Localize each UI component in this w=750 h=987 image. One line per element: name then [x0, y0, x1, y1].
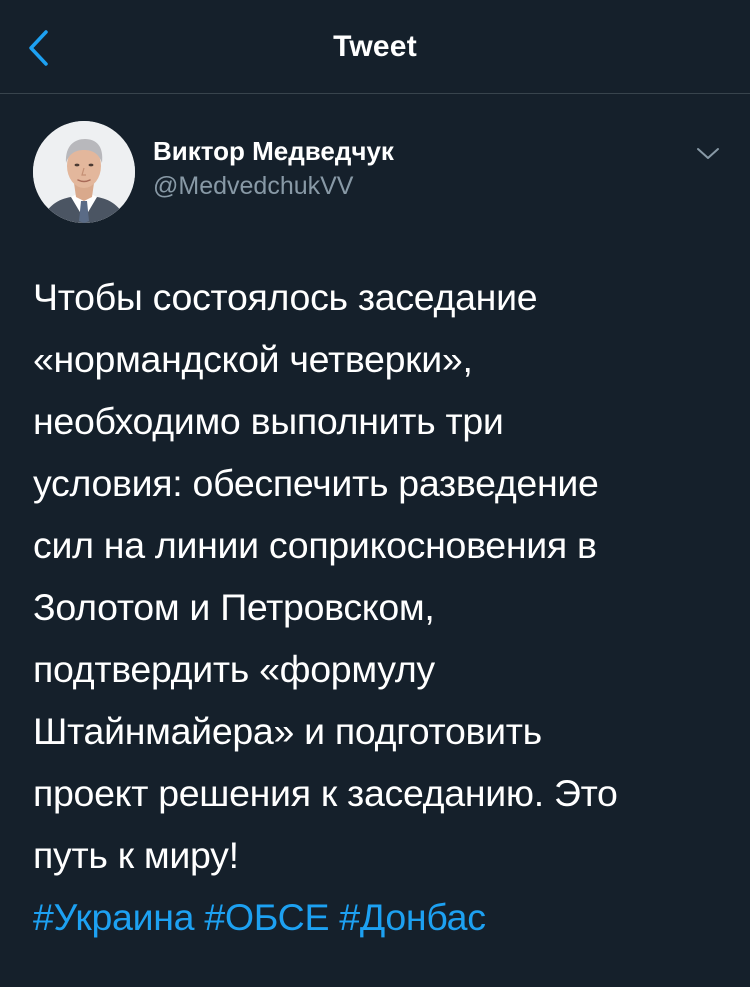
tweet-text-line: Чтобы состоялось заседание — [33, 276, 538, 318]
page-title: Tweet — [333, 30, 417, 63]
tweet-text-line: подтвердить «формулу — [33, 648, 435, 690]
profile-photo — [33, 121, 135, 223]
tweet-text: Чтобы состоялось заседание «нормандской … — [33, 266, 723, 948]
author-name[interactable]: Виктор Медведчук — [153, 136, 394, 167]
tweet-text-line: Золотом и Петровском, — [33, 586, 435, 628]
hashtag-link[interactable]: #Донбас — [339, 896, 486, 938]
tweet-text-line: условия: обеспечить разведение — [33, 462, 599, 504]
tweet-text-line: необходимо выполнить три — [33, 400, 504, 442]
tweet-text-line: путь к миру! — [33, 834, 239, 876]
tweet-text-line: сил на линии соприкосновения в — [33, 524, 597, 566]
hashtag-link[interactable]: #Украина — [33, 896, 195, 938]
hashtag-link[interactable]: #ОБСЕ — [204, 896, 329, 938]
avatar[interactable] — [33, 121, 135, 223]
top-bar: Tweet — [0, 0, 750, 94]
author-handle[interactable]: @MedvedchukVV — [153, 172, 353, 201]
more-options-button[interactable] — [690, 140, 726, 168]
tweet-text-line: проект решения к заседанию. Это — [33, 772, 618, 814]
hashtag-line: #Украина #ОБСЕ #Донбас — [33, 886, 723, 948]
tweet-text-line: Штайнмайера» и подготовить — [33, 710, 542, 752]
tweet-text-line: «нормандской четверки», — [33, 338, 473, 380]
chevron-down-icon — [697, 148, 719, 159]
